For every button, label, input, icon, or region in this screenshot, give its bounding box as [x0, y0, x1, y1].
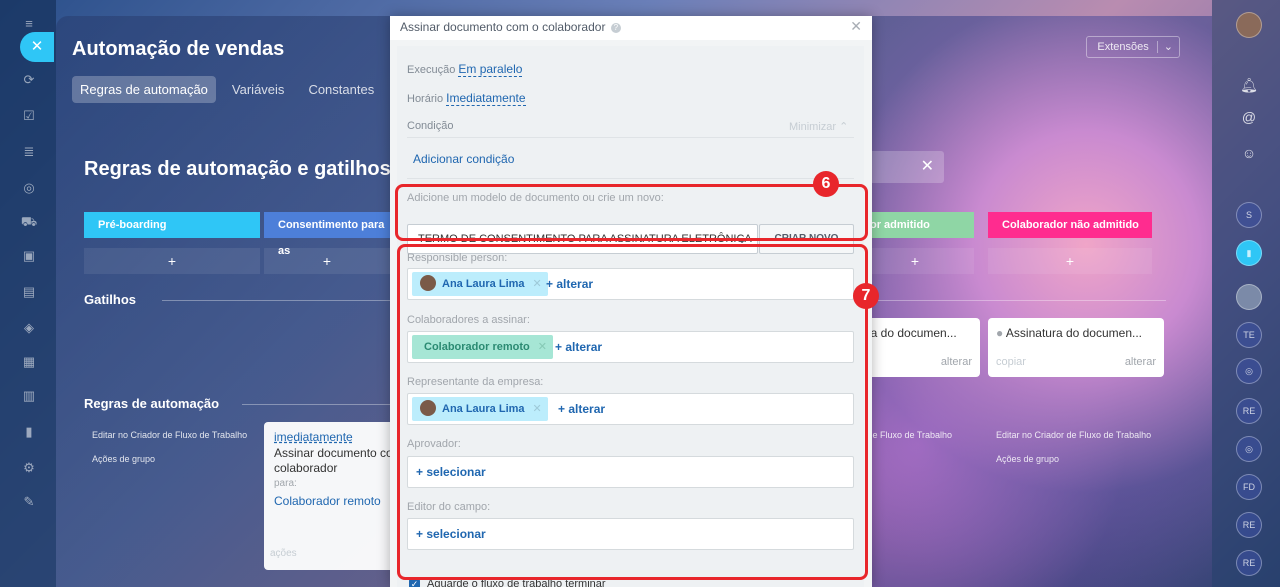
divider: [876, 300, 1166, 301]
trigger-icon: ●: [996, 326, 1004, 340]
group-actions-link[interactable]: Ações de grupo: [996, 454, 1059, 464]
rule-timing-link[interactable]: imediatamente: [274, 430, 353, 444]
section-title: Regras de automação e gatilhos: [84, 158, 391, 180]
crm-icon[interactable]: ⟳: [20, 72, 38, 88]
group-avatar[interactable]: [1236, 284, 1262, 310]
edit-flow-link[interactable]: r de Fluxo de Trabalho: [862, 430, 952, 440]
time-link[interactable]: Imediatamente: [446, 91, 526, 106]
rules-heading: Regras de automação: [84, 396, 220, 411]
highlight-box-7: [397, 244, 868, 580]
right-sidebar: 🔔︎ @ ☺ S ▮ TE ◎ RE ◎ FD RE RE: [1212, 0, 1280, 587]
bell-icon[interactable]: 🔔︎: [1238, 74, 1260, 96]
tasks-icon[interactable]: ☑: [20, 108, 38, 124]
stage-preboarding[interactable]: Pré-boarding: [84, 212, 260, 238]
stage-consent[interactable]: Consentimento para as: [264, 212, 390, 257]
tab-constants[interactable]: Constantes: [300, 76, 382, 103]
stage-not-admitted[interactable]: Colaborador não admitido: [988, 212, 1152, 238]
stage-admitted[interactable]: or admitido: [856, 212, 974, 238]
tab-automation-rules[interactable]: Regras de automação: [72, 76, 216, 103]
trigger-card[interactable]: ura do documen... alterar: [856, 318, 980, 377]
target-icon[interactable]: ◎: [20, 180, 38, 196]
chat-avatar-s[interactable]: S: [1236, 202, 1262, 228]
analytics-icon[interactable]: ▮: [20, 424, 38, 440]
trigger-change-link[interactable]: alterar: [1125, 356, 1156, 368]
minimize-link[interactable]: Minimizar ⌃: [789, 120, 848, 133]
divider: [242, 404, 390, 405]
divider: [162, 300, 390, 301]
edit-flow-link[interactable]: Editar no Criador de Fluxo de Trabalho: [92, 430, 247, 440]
chat-avatar-fd[interactable]: FD: [1236, 474, 1262, 500]
chat-avatar-re[interactable]: RE: [1236, 398, 1262, 424]
bookmark-icon[interactable]: ▮: [1236, 240, 1262, 266]
calendar-icon[interactable]: ▥: [20, 388, 38, 404]
chat-icon[interactable]: ☺: [1238, 142, 1260, 164]
page-title: Automação de vendas: [72, 38, 285, 60]
inbox-icon[interactable]: ▣: [20, 248, 38, 264]
extensions-button[interactable]: Extensões ⌄: [1086, 36, 1180, 58]
close-icon[interactable]: ✕: [850, 18, 862, 35]
settings-icon[interactable]: ⚙: [20, 460, 38, 476]
filter-icon[interactable]: ≣: [20, 144, 38, 160]
chat-avatar-rf[interactable]: RE: [1236, 550, 1262, 576]
add-condition-link[interactable]: Adicionar condição: [413, 152, 514, 166]
group-actions-link[interactable]: Ações de grupo: [92, 454, 155, 464]
rule-card[interactable]: imediatamente Assinar documento co colab…: [264, 422, 394, 570]
add-trigger-button[interactable]: +: [856, 248, 974, 274]
shield-icon[interactable]: ◈: [20, 320, 38, 336]
chat-openlines2-icon[interactable]: ◎: [1236, 436, 1262, 462]
add-trigger-button[interactable]: +: [84, 248, 260, 274]
user-avatar[interactable]: [1236, 12, 1262, 38]
tab-variables[interactable]: Variáveis: [224, 76, 293, 103]
highlight-box-6: [395, 184, 868, 241]
cart-icon[interactable]: ⛟: [20, 214, 38, 230]
left-sidebar: ≡ ✕ ⟳ ☑ ≣ ◎ ⛟ ▣ ▤ ◈ ▦ ▥ ▮ ⚙ ✎: [0, 0, 56, 587]
rule-actions-link[interactable]: ações: [270, 548, 297, 559]
wait-checkbox[interactable]: ✓: [409, 579, 420, 587]
menu-icon[interactable]: ≡: [20, 16, 38, 32]
store-icon[interactable]: ▦: [20, 354, 38, 370]
badge-7: 7: [853, 283, 879, 309]
chat-openlines-icon[interactable]: ◎: [1236, 358, 1262, 384]
at-icon[interactable]: @: [1238, 106, 1260, 128]
add-trigger-button[interactable]: +: [988, 248, 1152, 274]
badge-6: 6: [813, 171, 839, 197]
triggers-heading: Gatilhos: [84, 292, 137, 307]
dialog-title: Assinar documento com o colaborador: [400, 20, 606, 34]
add-trigger-button[interactable]: +: [264, 248, 390, 274]
trigger-change-link[interactable]: alterar: [941, 356, 972, 368]
trigger-copy-link[interactable]: copiar: [996, 356, 1026, 368]
condition-label: Condição: [407, 120, 454, 132]
chat-avatar-re2[interactable]: RE: [1236, 512, 1262, 538]
trigger-card[interactable]: ● Assinatura do documen... copiar altera…: [988, 318, 1164, 377]
edit-icon[interactable]: ✎: [20, 494, 38, 510]
help-icon[interactable]: ?: [610, 22, 621, 33]
close-slider-button[interactable]: ✕: [20, 32, 54, 62]
chat-avatar-te[interactable]: TE: [1236, 322, 1262, 348]
sites-icon[interactable]: ▤: [20, 284, 38, 300]
edit-flow-link[interactable]: Editar no Criador de Fluxo de Trabalho: [996, 430, 1151, 440]
execution-mode-link[interactable]: Em paralelo: [458, 62, 523, 77]
